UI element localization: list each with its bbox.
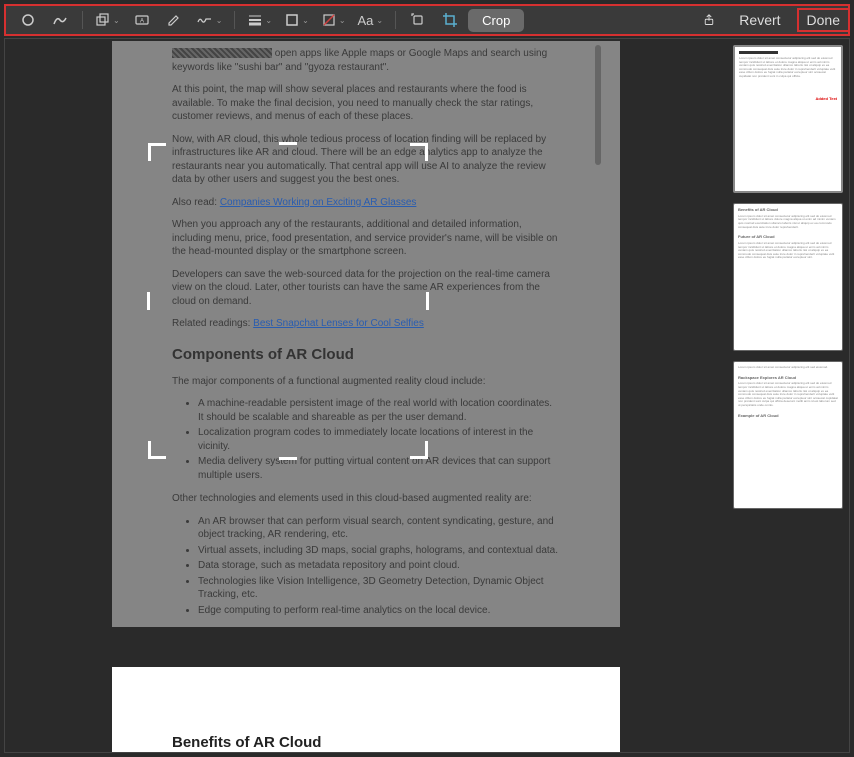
separator bbox=[395, 11, 396, 29]
chevron-down-icon: ⌄ bbox=[376, 16, 383, 25]
line-weight-dropdown[interactable]: ⌄ bbox=[243, 10, 276, 30]
share-button[interactable] bbox=[695, 8, 723, 32]
main-area: open apps like Apple maps or Google Maps… bbox=[4, 38, 850, 753]
crop-tool[interactable] bbox=[436, 8, 464, 32]
chevron-down-icon: ⌄ bbox=[339, 16, 346, 25]
document-page: open apps like Apple maps or Google Maps… bbox=[112, 41, 620, 752]
thumbnail-annotation: Added Text bbox=[816, 97, 837, 102]
sketch-tool[interactable] bbox=[46, 8, 74, 32]
components-list: A machine-readable persistent image of t… bbox=[172, 397, 560, 482]
toolbar-right-group: Revert Done bbox=[695, 4, 850, 36]
chevron-down-icon: ⌄ bbox=[216, 16, 223, 25]
text-box-tool[interactable]: A bbox=[128, 8, 156, 32]
shapes-dropdown[interactable]: ⌄ bbox=[91, 10, 124, 30]
chevron-down-icon: ⌄ bbox=[302, 16, 309, 25]
svg-text:A: A bbox=[140, 19, 144, 25]
heading-components: Components of AR Cloud bbox=[172, 345, 560, 365]
scrollbar-thumb[interactable] bbox=[595, 45, 601, 165]
rotate-tool[interactable] bbox=[404, 8, 432, 32]
thumbnail-page-3[interactable]: Lorem ipsum dolor sit amet consectetur a… bbox=[733, 361, 843, 509]
link-snapchat[interactable]: Best Snapchat Lenses for Cool Selfies bbox=[253, 318, 424, 329]
thumbnail-sidebar: Lorem ipsum dolor sit amet consectetur a… bbox=[727, 39, 849, 752]
sign-dropdown[interactable]: ⌄ bbox=[192, 10, 227, 30]
border-color-dropdown[interactable]: ⌄ bbox=[280, 10, 313, 30]
tech-list: An AR browser that can perform visual se… bbox=[172, 515, 560, 618]
text-style-dropdown[interactable]: Aa⌄ bbox=[354, 11, 388, 30]
page-gap bbox=[112, 627, 620, 667]
circle-select-tool[interactable] bbox=[14, 8, 42, 32]
link-ar-glasses[interactable]: Companies Working on Exciting AR Glasses bbox=[220, 197, 417, 208]
separator bbox=[82, 11, 83, 29]
document-viewport[interactable]: open apps like Apple maps or Google Maps… bbox=[5, 39, 727, 752]
done-button[interactable]: Done bbox=[797, 8, 850, 32]
chevron-down-icon: ⌄ bbox=[265, 16, 272, 25]
next-page: Benefits of AR Cloud bbox=[112, 667, 620, 752]
crop-apply-button[interactable]: Crop bbox=[468, 9, 524, 32]
heading-benefits: Benefits of AR Cloud bbox=[172, 733, 560, 752]
revert-button[interactable]: Revert bbox=[731, 8, 788, 32]
scrollbar[interactable] bbox=[595, 45, 603, 746]
redacted-text bbox=[172, 48, 272, 58]
fill-color-dropdown[interactable]: ⌄ bbox=[317, 10, 350, 30]
highlight-tool[interactable] bbox=[160, 8, 188, 32]
chevron-down-icon: ⌄ bbox=[113, 16, 120, 25]
thumbnail-page-1[interactable]: Lorem ipsum dolor sit amet consectetur a… bbox=[733, 45, 843, 193]
separator bbox=[234, 11, 235, 29]
thumbnail-page-2[interactable]: Benefits of AR Cloud Lorem ipsum dolor s… bbox=[733, 203, 843, 351]
page-text: open apps like Apple maps or Google Maps… bbox=[112, 41, 620, 752]
